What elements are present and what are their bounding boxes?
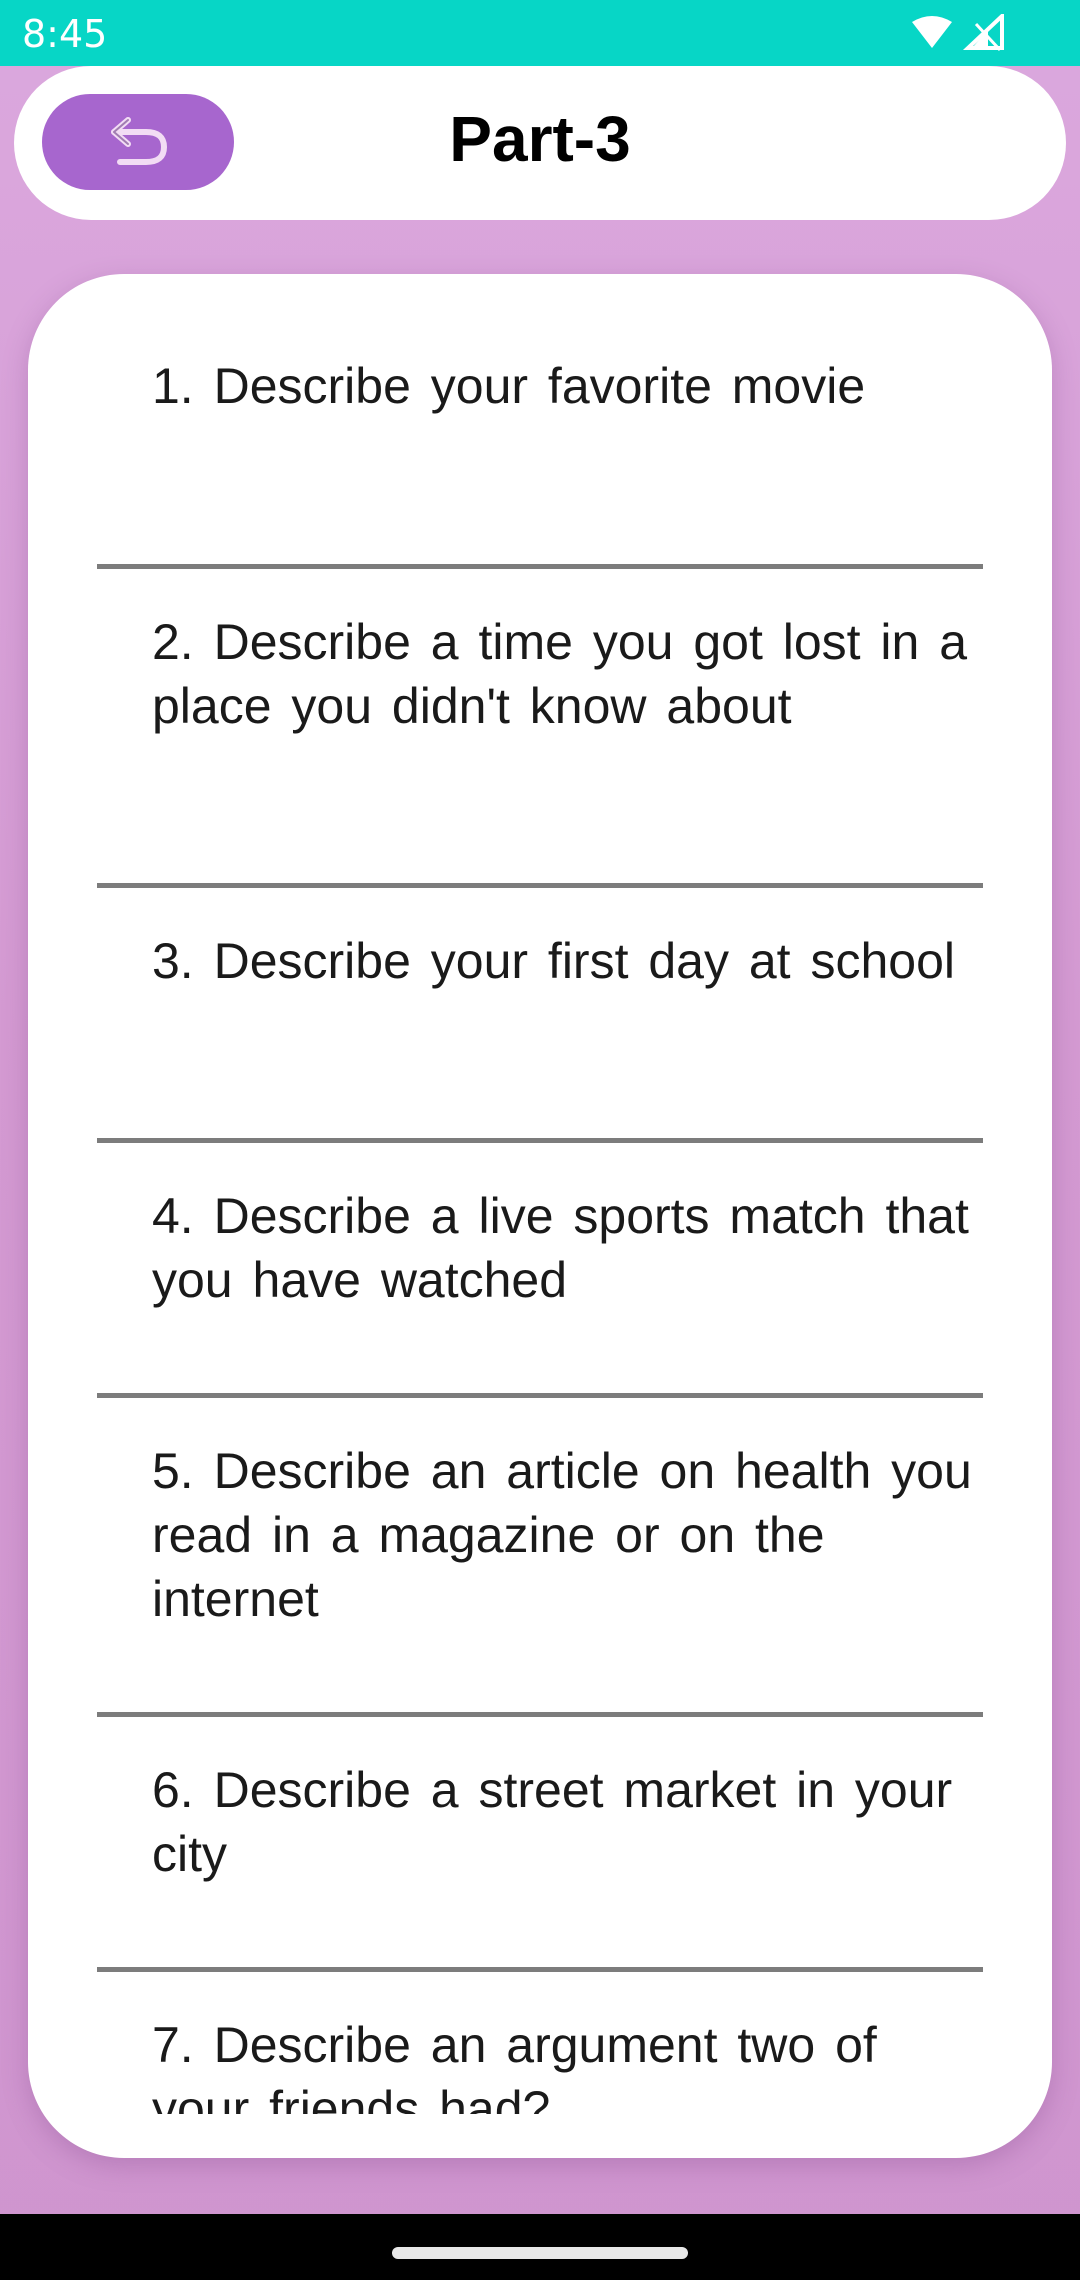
question-text: 5. Describe an article on health you rea…	[152, 1443, 972, 1627]
divider	[97, 1967, 983, 1972]
divider	[97, 1393, 983, 1398]
questions-card: 1. Describe your favorite movie 2. Descr…	[28, 274, 1052, 2158]
divider	[97, 1712, 983, 1717]
list-item[interactable]: 3. Describe your first day at school	[28, 889, 1052, 1144]
question-text: 2. Describe a time you got lost in a pla…	[152, 614, 968, 734]
home-handle[interactable]	[392, 2247, 688, 2259]
question-text: 6. Describe a street market in your city	[152, 1762, 953, 1882]
question-text: 1. Describe your favorite movie	[152, 358, 866, 414]
signal-icon	[962, 14, 1004, 52]
list-item[interactable]: 4. Describe a live sports match that you…	[28, 1144, 1052, 1399]
page-title: Part-3	[449, 103, 631, 175]
list-item[interactable]: 6. Describe a street market in your city	[28, 1718, 1052, 1973]
question-text: 7. Describe an argument two of your frie…	[152, 2017, 877, 2114]
status-bar: 8:45	[0, 0, 1080, 66]
divider	[97, 1138, 983, 1143]
questions-list[interactable]: 1. Describe your favorite movie 2. Descr…	[28, 274, 1052, 2114]
header-bar: Part-3	[14, 66, 1066, 220]
question-text: 4. Describe a live sports match that you…	[152, 1188, 969, 1308]
status-time: 8:45	[22, 12, 108, 56]
list-item[interactable]: 2. Describe a time you got lost in a pla…	[28, 570, 1052, 889]
list-item[interactable]: 1. Describe your favorite movie	[28, 274, 1052, 570]
question-text: 3. Describe your first day at school	[152, 933, 955, 989]
divider	[97, 883, 983, 888]
divider	[97, 564, 983, 569]
navigation-bar	[0, 2214, 1080, 2280]
list-item[interactable]: 7. Describe an argument two of your frie…	[28, 1973, 1052, 2114]
list-item[interactable]: 5. Describe an article on health you rea…	[28, 1399, 1052, 1718]
status-icons	[910, 14, 1006, 54]
